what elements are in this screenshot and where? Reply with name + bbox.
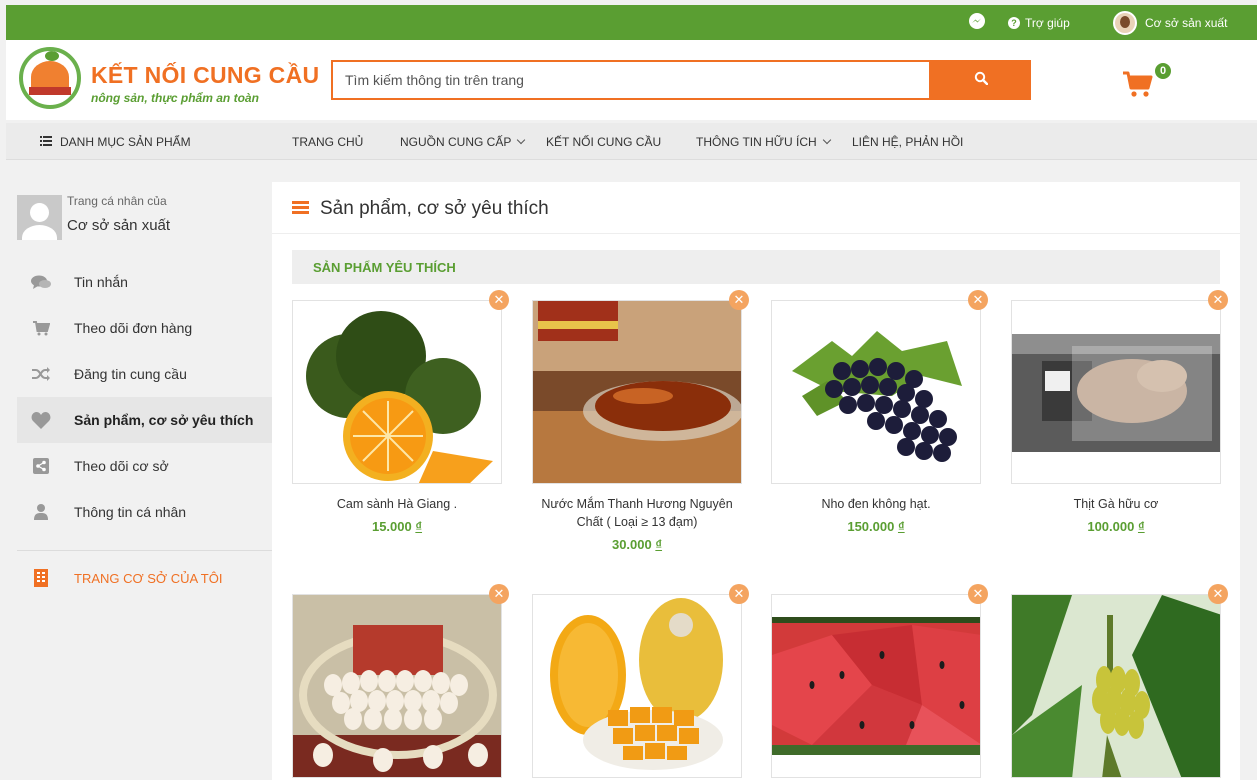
- product-name[interactable]: Thịt Gà hữu cơ: [1011, 495, 1221, 513]
- logo-title[interactable]: KẾT NỐI CUNG CẦU: [91, 62, 319, 89]
- shuffle-icon: [17, 367, 74, 381]
- remove-favorite-button[interactable]: ✕: [489, 584, 509, 604]
- sidebar-item-label: Thông tin cá nhân: [74, 504, 187, 520]
- product-price: 30.000 ₫: [611, 537, 663, 552]
- sidebar-item-orders[interactable]: Theo dõi đơn hàng: [17, 305, 272, 351]
- search-box: [331, 60, 931, 100]
- panel-header: Sản phẩm, cơ sở yêu thích: [272, 182, 1240, 234]
- nav-item-label: THÔNG TIN HỮU ÍCH: [696, 134, 817, 149]
- chat-icon: [17, 274, 74, 290]
- section-heading: SẢN PHẨM YÊU THÍCH: [292, 250, 1220, 284]
- help-link[interactable]: ? Trợ giúp: [1008, 5, 1070, 40]
- user-menu[interactable]: Cơ sở sản xuất: [1113, 5, 1227, 40]
- search-input[interactable]: [333, 62, 929, 98]
- product-image-bananas[interactable]: [1011, 594, 1221, 778]
- user-name: Cơ sở sản xuất: [1145, 15, 1228, 30]
- product-name[interactable]: Cam sành Hà Giang .: [292, 495, 502, 513]
- cart-icon: [1122, 70, 1154, 103]
- building-icon: [17, 569, 74, 587]
- remove-favorite-button[interactable]: ✕: [729, 290, 749, 310]
- cart-icon: [17, 320, 74, 336]
- product-image-chicken[interactable]: [1011, 300, 1221, 484]
- remove-favorite-button[interactable]: ✕: [968, 584, 988, 604]
- product-image-eggs[interactable]: [292, 594, 502, 778]
- user-icon: [17, 504, 74, 520]
- product-price: 100.000 ₫: [1087, 519, 1145, 534]
- profile-name: Cơ sở sản xuất: [67, 217, 171, 234]
- remove-favorite-button[interactable]: ✕: [489, 290, 509, 310]
- nav-item-label: NGUỒN CUNG CẤP: [400, 134, 512, 149]
- page-title: Sản phẩm, cơ sở yêu thích: [320, 198, 549, 219]
- top-bar: ? Trợ giúp Cơ sở sản xuất: [6, 5, 1257, 40]
- favorites-panel: Sản phẩm, cơ sở yêu thích SẢN PHẨM YÊU T…: [272, 182, 1240, 780]
- product-image-mangoes[interactable]: [532, 594, 742, 778]
- product-image-fish-sauce[interactable]: [532, 300, 742, 484]
- remove-favorite-button[interactable]: ✕: [1208, 584, 1228, 604]
- sidebar-item-label: Sản phẩm, cơ sở yêu thích: [74, 412, 254, 428]
- sidebar-item-follow-shops[interactable]: Theo dõi cơ sở: [17, 443, 272, 489]
- profile-avatar: [17, 195, 62, 240]
- cart-button[interactable]: 0: [1118, 62, 1172, 103]
- nav-item-connect[interactable]: KẾT NỐI CUNG CẦU: [546, 123, 661, 160]
- nav-item-supply-sources[interactable]: NGUỒN CUNG CẤP: [400, 123, 526, 160]
- nav-item-label: LIÊN HỆ, PHẢN HỒI: [852, 134, 964, 149]
- sidebar-item-post-supply[interactable]: Đăng tin cung cầu: [17, 351, 272, 397]
- sidebar-divider: [17, 550, 272, 551]
- product-image-grapes[interactable]: [771, 300, 981, 484]
- sidebar-item-label: Tin nhắn: [74, 274, 128, 290]
- my-shop-link[interactable]: TRANG CƠ SỞ CỦA TÔI: [17, 555, 272, 601]
- sidebar-item-label: Theo dõi cơ sở: [74, 458, 169, 474]
- heart-icon: [17, 411, 74, 429]
- account-sidebar: Trang cá nhân của Cơ sở sản xuất Tin nhắ…: [17, 190, 272, 630]
- help-icon: ?: [1008, 16, 1020, 29]
- profile-caption: Trang cá nhân của: [67, 194, 167, 208]
- product-price: 150.000 ₫: [847, 519, 905, 534]
- search-button[interactable]: [931, 60, 1031, 100]
- menu-icon: [292, 201, 309, 214]
- logo-image[interactable]: [19, 47, 81, 109]
- product-price: 15.000 ₫: [371, 519, 423, 534]
- sidebar-item-messages[interactable]: Tin nhắn: [17, 259, 272, 305]
- category-menu-label: DANH MỤC SẢN PHẨM: [60, 134, 191, 149]
- nav-item-label: TRANG CHỦ: [292, 134, 364, 149]
- sidebar-item-personal-info[interactable]: Thông tin cá nhân: [17, 489, 272, 535]
- category-menu-button[interactable]: DANH MỤC SẢN PHẨM: [6, 123, 270, 160]
- nav-item-contact[interactable]: LIÊN HỆ, PHẢN HỒI: [852, 123, 963, 160]
- chevron-down-icon: [822, 135, 831, 144]
- remove-favorite-button[interactable]: ✕: [729, 584, 749, 604]
- nav-item-label: KẾT NỐI CUNG CẦU: [546, 134, 662, 149]
- nav-item-home[interactable]: TRANG CHỦ: [292, 123, 363, 160]
- product-image-watermelon[interactable]: [771, 594, 981, 778]
- sidebar-item-label: Đăng tin cung cầu: [74, 366, 187, 382]
- header: KẾT NỐI CUNG CẦU nông sản, thực phẩm an …: [6, 40, 1257, 120]
- remove-favorite-button[interactable]: ✕: [1208, 290, 1228, 310]
- chevron-down-icon: [517, 135, 526, 144]
- nav-item-useful-info[interactable]: THÔNG TIN HỮU ÍCH: [696, 123, 831, 160]
- remove-favorite-button[interactable]: ✕: [968, 290, 988, 310]
- sidebar-item-label: Theo dõi đơn hàng: [74, 320, 193, 336]
- share-icon: [17, 458, 74, 474]
- main-nav: DANH MỤC SẢN PHẨM TRANG CHỦ NGUỒN CUNG C…: [6, 123, 1257, 160]
- cart-count-badge: 0: [1154, 62, 1172, 80]
- messenger-link[interactable]: [968, 5, 986, 40]
- messenger-icon: [968, 12, 986, 33]
- sidebar-item-favorites[interactable]: Sản phẩm, cơ sở yêu thích: [17, 397, 272, 443]
- product-name[interactable]: Nước Mắm Thanh Hương Nguyên Chất ( Loại …: [532, 495, 742, 531]
- my-shop-label: TRANG CƠ SỞ CỦA TÔI: [74, 570, 223, 586]
- product-name[interactable]: Nho đen không hạt.: [771, 495, 981, 513]
- product-image-oranges[interactable]: [292, 300, 502, 484]
- user-avatar: [1113, 10, 1137, 35]
- help-label: Trợ giúp: [1025, 15, 1070, 30]
- list-icon: [40, 135, 52, 149]
- logo-subtitle: nông sản, thực phẩm an toàn: [91, 91, 259, 105]
- search-icon: [974, 71, 989, 90]
